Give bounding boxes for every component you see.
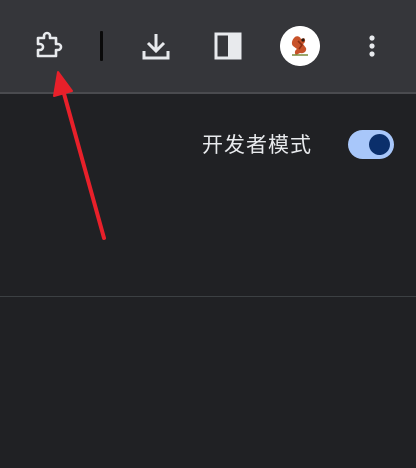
extensions-button[interactable] (28, 26, 68, 66)
profile-avatar[interactable] (280, 26, 320, 66)
browser-window: 开发者模式 (0, 0, 416, 468)
downloads-button[interactable] (136, 26, 176, 66)
more-menu-button[interactable] (352, 26, 392, 66)
side-panel-button[interactable] (208, 26, 248, 66)
more-vert-icon (369, 35, 375, 57)
section-divider (0, 296, 416, 297)
download-icon (142, 34, 170, 60)
toolbar-separator (100, 31, 103, 61)
toggle-knob (369, 134, 390, 155)
developer-mode-toggle[interactable] (348, 130, 394, 159)
developer-mode-label: 开发者模式 (202, 133, 312, 157)
avatar-image-icon (280, 26, 320, 66)
puzzle-icon (36, 31, 63, 58)
browser-toolbar (0, 0, 416, 92)
side-panel-icon (214, 32, 242, 60)
